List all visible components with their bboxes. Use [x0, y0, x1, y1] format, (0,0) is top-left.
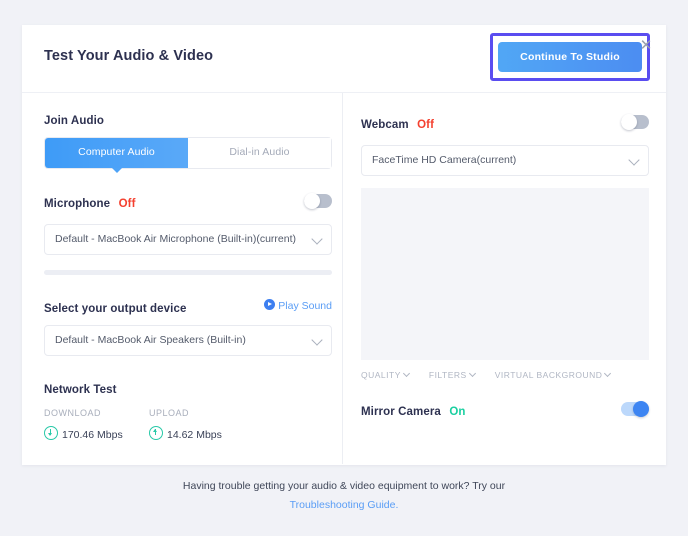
chevron-down-icon — [604, 369, 612, 378]
audio-mode-tabs: Computer Audio Dial-in Audio — [44, 137, 332, 173]
virtual-background-label: VIRTUAL BACKGROUND — [494, 370, 603, 380]
video-controls: QUALITY FILTERS VIRTUAL BACKGROUND — [361, 369, 649, 380]
chevron-down-icon — [402, 369, 410, 378]
output-device-value: Default - MacBook Air Speakers (Built-in… — [55, 334, 246, 346]
webcam-label: Webcam — [361, 119, 409, 131]
video-preview — [361, 188, 649, 360]
network-stat-upload: UPLOAD 14.62 Mbps — [149, 408, 254, 441]
download-value-row: 170.46 Mbps — [44, 426, 149, 441]
troubleshooting-guide-link[interactable]: Troubleshooting Guide. — [0, 499, 688, 511]
filters-label: FILTERS — [428, 370, 467, 380]
upload-label: UPLOAD — [149, 408, 190, 418]
modal-header: Test Your Audio & Video Continue To Stud… — [22, 25, 666, 93]
tab-computer-audio[interactable]: Computer Audio — [45, 138, 188, 173]
footer-text: Having trouble getting your audio & vide… — [182, 480, 506, 492]
mirror-camera-label: Mirror Camera — [361, 406, 441, 418]
download-value: 170.46 Mbps — [62, 429, 123, 441]
play-sound-button[interactable]: Play Sound — [264, 299, 332, 312]
modal-body: Join Audio Computer Audio Dial-in Audio … — [22, 93, 666, 464]
network-test-section: Network Test DOWNLOAD 170.46 Mbps UPLOAD… — [44, 384, 332, 441]
join-audio-label: Join Audio — [44, 115, 104, 127]
arrow-up-circle-icon — [149, 426, 163, 440]
upload-value-row: 14.62 Mbps — [149, 426, 254, 441]
audio-panel: Join Audio Computer Audio Dial-in Audio … — [44, 93, 332, 441]
tab-dial-in-audio[interactable]: Dial-in Audio — [188, 138, 331, 168]
chevron-down-icon — [468, 369, 476, 378]
webcam-device-value: FaceTime HD Camera(current) — [372, 154, 517, 166]
chevron-down-icon — [311, 334, 323, 346]
microphone-device-select[interactable]: Default - MacBook Air Microphone (Built-… — [44, 224, 332, 255]
filters-dropdown[interactable]: FILTERS — [428, 369, 476, 380]
mirror-camera-status: On — [449, 406, 466, 418]
network-test-title: Network Test — [44, 384, 117, 396]
chevron-down-icon — [311, 233, 323, 245]
microphone-toggle[interactable] — [304, 193, 332, 209]
network-stats: DOWNLOAD 170.46 Mbps UPLOAD 14.62 Mbps — [44, 408, 332, 441]
webcam-device-select[interactable]: FaceTime HD Camera(current) — [361, 145, 649, 176]
close-icon[interactable]: ✕ — [637, 37, 655, 55]
webcam-row: Webcam Off — [361, 114, 649, 135]
panel-divider — [342, 93, 343, 464]
output-device-label: Select your output device — [44, 303, 187, 315]
quality-label: QUALITY — [361, 370, 401, 380]
network-stat-download: DOWNLOAD 170.46 Mbps — [44, 408, 149, 441]
mirror-camera-row: Mirror Camera On — [361, 401, 649, 418]
mirror-camera-toggle[interactable] — [621, 401, 649, 417]
webcam-status: Off — [417, 119, 435, 131]
video-panel: Webcam Off FaceTime HD Camera(current) Q… — [361, 93, 649, 418]
continue-to-studio-button[interactable]: Continue To Studio — [498, 42, 642, 72]
play-circle-icon — [264, 299, 276, 310]
microphone-label: Microphone — [44, 198, 111, 210]
page-title: Test Your Audio & Video — [44, 48, 214, 64]
audio-level-meter — [44, 270, 332, 275]
microphone-status: Off — [118, 198, 136, 210]
microphone-row: Microphone Off — [44, 193, 332, 214]
output-device-select[interactable]: Default - MacBook Air Speakers (Built-in… — [44, 325, 332, 356]
chevron-down-icon — [628, 154, 640, 166]
audio-video-test-modal: Test Your Audio & Video Continue To Stud… — [22, 25, 666, 465]
footer: Having trouble getting your audio & vide… — [0, 480, 688, 511]
microphone-device-value: Default - MacBook Air Microphone (Built-… — [55, 233, 296, 245]
quality-dropdown[interactable]: QUALITY — [361, 369, 410, 380]
virtual-background-dropdown[interactable]: VIRTUAL BACKGROUND — [494, 369, 612, 380]
upload-value: 14.62 Mbps — [167, 429, 222, 441]
output-device-row: Select your output device Play Sound — [44, 299, 332, 315]
download-label: DOWNLOAD — [44, 408, 102, 418]
play-sound-label: Play Sound — [278, 300, 332, 312]
webcam-toggle[interactable] — [621, 114, 649, 130]
arrow-down-circle-icon — [44, 426, 58, 440]
